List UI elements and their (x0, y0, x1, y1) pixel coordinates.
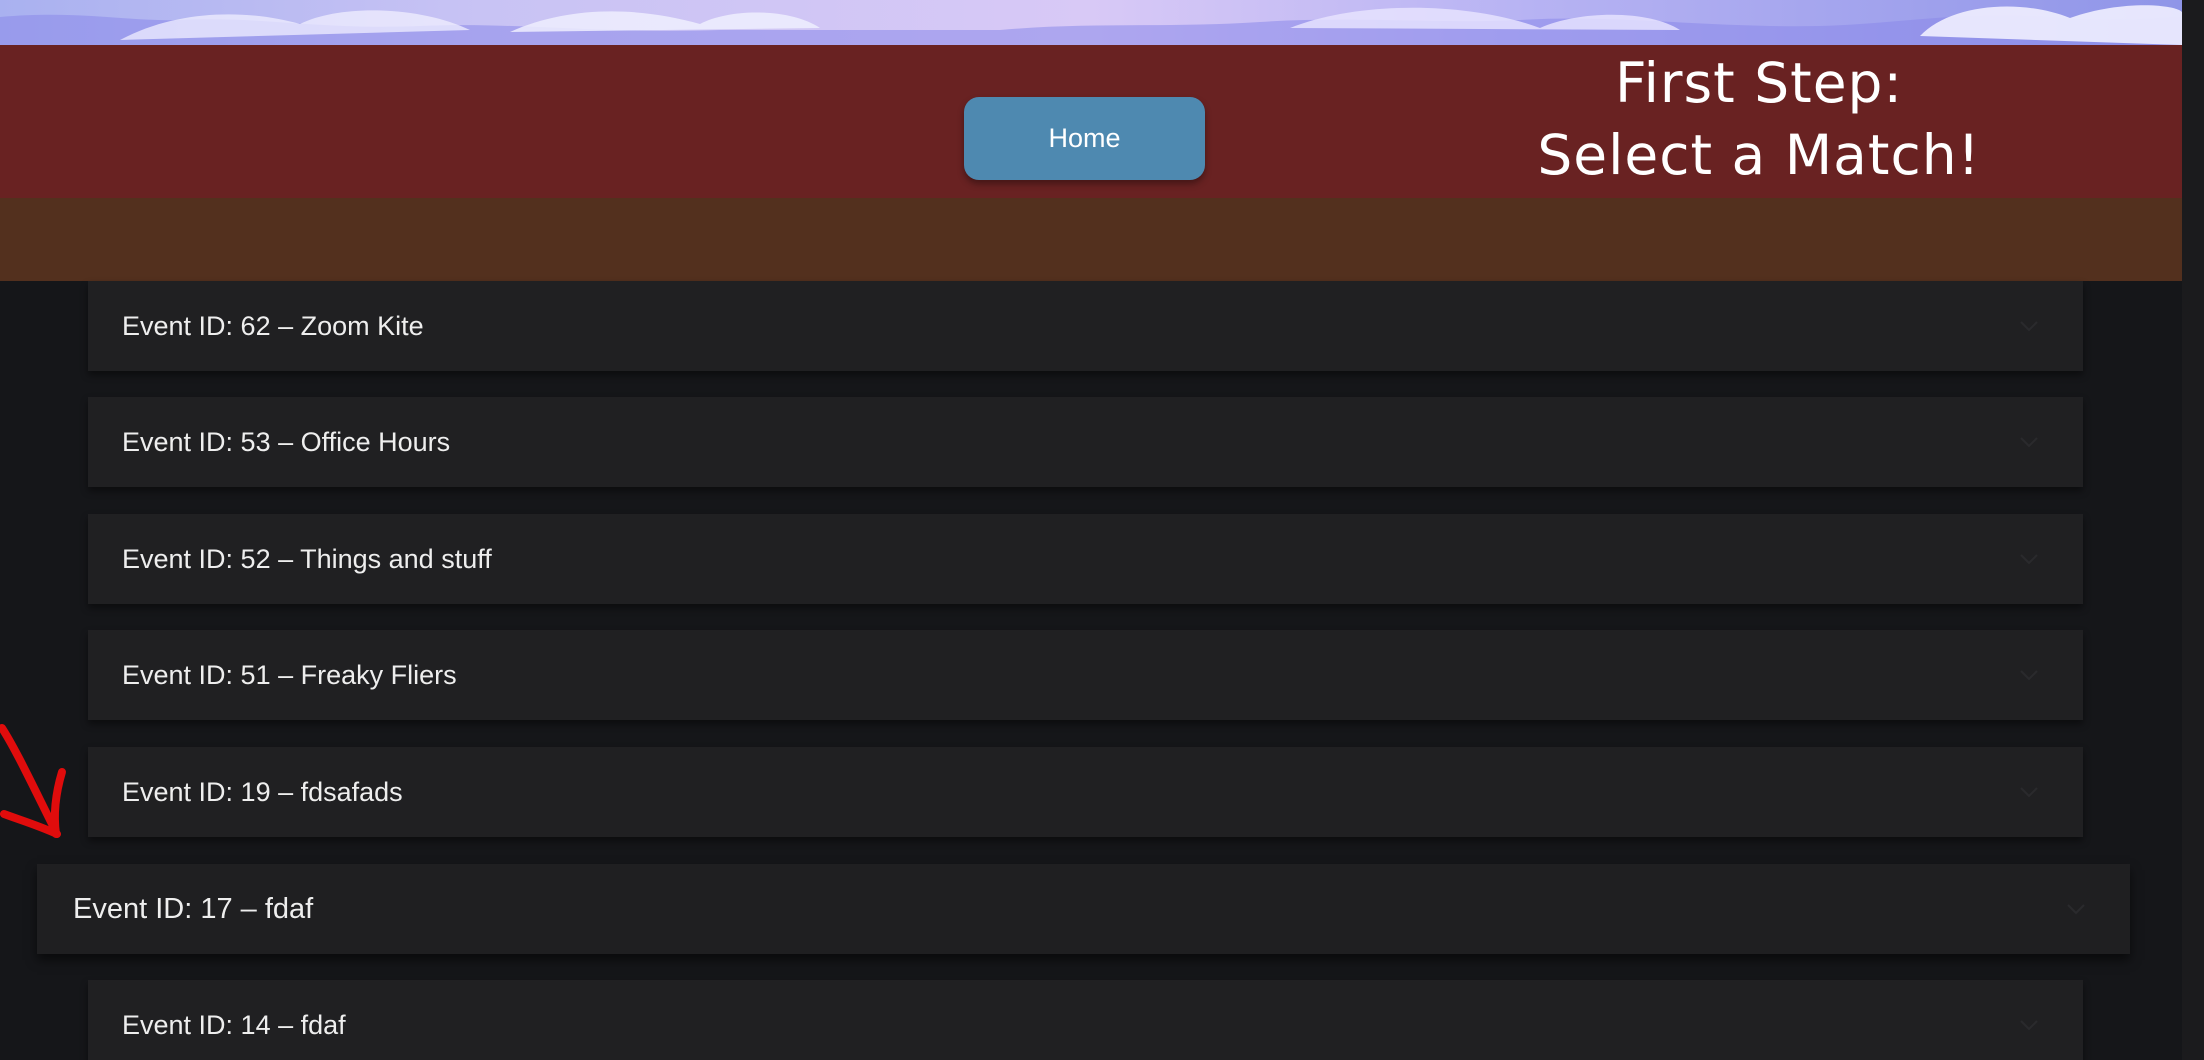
event-row-52[interactable]: Event ID: 52 – Things and stuff (88, 514, 2083, 604)
event-row-19[interactable]: Event ID: 19 – fdsafads (88, 747, 2083, 837)
event-row-62[interactable]: Event ID: 62 – Zoom Kite (88, 281, 2083, 371)
brown-divider-strip (0, 198, 2182, 281)
event-row-53[interactable]: Event ID: 53 – Office Hours (88, 397, 2083, 487)
event-row-label: Event ID: 52 – Things and stuff (122, 544, 492, 574)
app-window: Home First Step: Select a Match! Event I… (0, 0, 2182, 1060)
sky-cloud-banner (0, 0, 2182, 45)
event-row-label: Event ID: 62 – Zoom Kite (122, 311, 424, 341)
event-row-label: Event ID: 19 – fdsafads (122, 777, 403, 807)
chevron-down-icon[interactable] (2017, 430, 2041, 454)
top-navigation-header: Home First Step: Select a Match! (0, 45, 2182, 198)
event-row-17-highlighted[interactable]: Event ID: 17 – fdaf (37, 864, 2130, 954)
chevron-down-icon[interactable] (2017, 314, 2041, 338)
chevron-down-icon[interactable] (2017, 780, 2041, 804)
page-title: First Step: Select a Match! (1505, 47, 2013, 191)
chevron-down-icon[interactable] (2017, 1013, 2041, 1037)
event-row-label: Event ID: 53 – Office Hours (122, 427, 451, 457)
window-edge (2182, 0, 2204, 1060)
event-row-51[interactable]: Event ID: 51 – Freaky Fliers (88, 630, 2083, 720)
event-list: Event ID: 62 – Zoom Kite Event ID: 53 – … (0, 281, 2182, 1060)
event-row-label: Event ID: 17 – fdaf (73, 893, 314, 925)
title-line-second: Select a Match! (1537, 123, 1981, 187)
home-button[interactable]: Home (964, 97, 1205, 180)
event-row-14[interactable]: Event ID: 14 – fdaf (88, 980, 2083, 1060)
chevron-down-icon[interactable] (2017, 547, 2041, 571)
chevron-down-icon[interactable] (2064, 897, 2088, 921)
event-row-label: Event ID: 51 – Freaky Fliers (122, 660, 457, 690)
chevron-down-icon[interactable] (2017, 663, 2041, 687)
title-line-first: First Step: (1615, 51, 1903, 115)
event-row-label: Event ID: 14 – fdaf (122, 1010, 346, 1040)
